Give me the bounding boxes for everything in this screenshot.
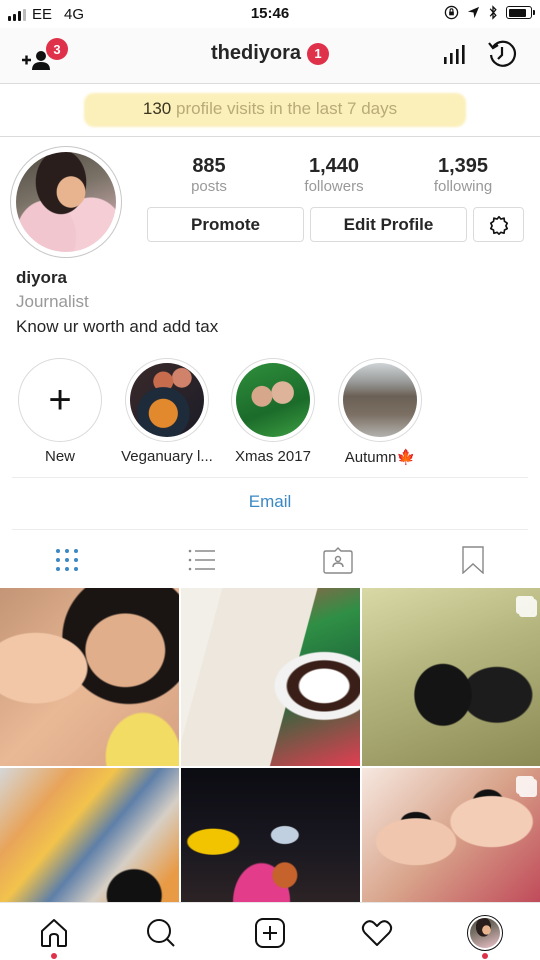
battery-icon xyxy=(506,6,535,19)
status-right xyxy=(444,5,535,20)
stat-value: 885 xyxy=(192,155,226,177)
highlight-autumn[interactable]: Autumn🍁 xyxy=(330,358,430,466)
insights-icon xyxy=(444,45,465,64)
nav-profile[interactable] xyxy=(463,911,507,959)
nav-add-post[interactable] xyxy=(248,911,292,955)
posts-grid xyxy=(0,588,540,902)
profile-header: 3 thediyora 1 xyxy=(0,28,540,84)
post-thumbnail[interactable] xyxy=(0,588,179,766)
nav-activity[interactable] xyxy=(355,911,399,955)
profile-name: diyora xyxy=(16,268,68,287)
grid-icon xyxy=(56,549,78,571)
stat-label: following xyxy=(433,178,493,195)
edit-profile-button[interactable]: Edit Profile xyxy=(310,207,467,242)
highlight-veganuary[interactable]: Veganuary l... xyxy=(117,358,217,465)
tab-list[interactable] xyxy=(180,540,224,580)
stat-value: 1,395 xyxy=(437,155,489,177)
profile-visits-label: profile visits in the last 7 days xyxy=(176,99,398,118)
gear-icon xyxy=(489,215,508,235)
stat-value: 1,440 xyxy=(308,155,360,177)
home-icon xyxy=(41,919,67,947)
highlight-xmas-2017[interactable]: Xmas 2017 xyxy=(223,358,323,465)
stat-label: posts xyxy=(191,178,227,195)
profile-visits-text: 130 profile visits in the last 7 days xyxy=(0,99,540,119)
avatar xyxy=(467,915,503,951)
orientation-lock-icon xyxy=(444,5,459,20)
notification-dot xyxy=(51,953,57,959)
highlight-label: Autumn🍁 xyxy=(330,448,430,466)
tagged-icon xyxy=(323,547,353,574)
profile-visits-banner[interactable]: 130 profile visits in the last 7 days xyxy=(0,85,540,137)
highlight-cover xyxy=(343,363,417,437)
list-icon xyxy=(188,549,215,571)
profile-stats: 885 posts 1,440 followers 1,395 followin… xyxy=(148,154,528,196)
divider xyxy=(12,529,528,530)
maple-leaf-icon: 🍁 xyxy=(396,449,416,466)
nav-search[interactable] xyxy=(139,911,183,955)
search-icon xyxy=(147,919,175,947)
post-thumbnail[interactable] xyxy=(362,768,540,902)
post-thumbnail[interactable] xyxy=(0,768,179,902)
bottom-navigation xyxy=(0,902,540,960)
highlight-label-text: Autumn xyxy=(344,449,397,466)
highlight-cover xyxy=(130,363,204,437)
add-post-icon xyxy=(255,918,285,948)
divider xyxy=(12,477,528,478)
tab-grid[interactable] xyxy=(45,540,89,580)
status-bar: EE 4G 15:46 xyxy=(0,0,540,28)
username: thediyora xyxy=(210,42,302,64)
archive-button[interactable] xyxy=(486,38,518,70)
stat-posts[interactable]: 885 posts xyxy=(148,154,270,196)
stat-following[interactable]: 1,395 following xyxy=(398,154,528,196)
profile-bio: Know ur worth and add tax xyxy=(16,317,219,336)
profile-category: Journalist xyxy=(16,292,89,311)
stat-followers[interactable]: 1,440 followers xyxy=(270,154,398,196)
highlight-label: New xyxy=(44,448,75,465)
highlight-label: Xmas 2017 xyxy=(235,448,311,465)
carousel-icon xyxy=(516,776,534,794)
highlight-new[interactable]: + New xyxy=(10,358,110,465)
tab-saved[interactable] xyxy=(451,540,495,580)
promote-button[interactable]: Promote xyxy=(147,207,304,242)
post-thumbnail[interactable] xyxy=(362,588,540,766)
highlight-label: Veganuary l... xyxy=(121,448,213,465)
profile-tabs xyxy=(0,540,540,584)
heart-icon xyxy=(361,920,393,946)
plus-icon: + xyxy=(48,378,72,422)
tab-tagged[interactable] xyxy=(316,540,360,580)
account-notification-badge: 1 xyxy=(307,42,330,65)
bookmark-icon xyxy=(462,546,484,574)
notification-dot xyxy=(482,953,488,959)
story-highlights: + New Veganuary l... Xmas 2017 Autumn🍁 xyxy=(0,358,540,468)
profile-avatar[interactable] xyxy=(10,146,122,258)
carousel-icon xyxy=(516,596,534,614)
email-button[interactable]: Email xyxy=(0,492,540,512)
profile-visits-count: 130 xyxy=(142,99,172,118)
avatar-image xyxy=(16,152,116,252)
archive-icon xyxy=(488,40,517,67)
post-thumbnail[interactable] xyxy=(181,768,360,902)
bluetooth-icon xyxy=(489,5,497,20)
highlight-cover xyxy=(236,363,310,437)
location-icon xyxy=(467,6,480,19)
nav-home[interactable] xyxy=(32,911,76,959)
stat-label: followers xyxy=(304,178,364,195)
post-thumbnail[interactable] xyxy=(181,588,360,766)
insights-button[interactable] xyxy=(442,44,466,66)
settings-button[interactable] xyxy=(473,207,524,242)
